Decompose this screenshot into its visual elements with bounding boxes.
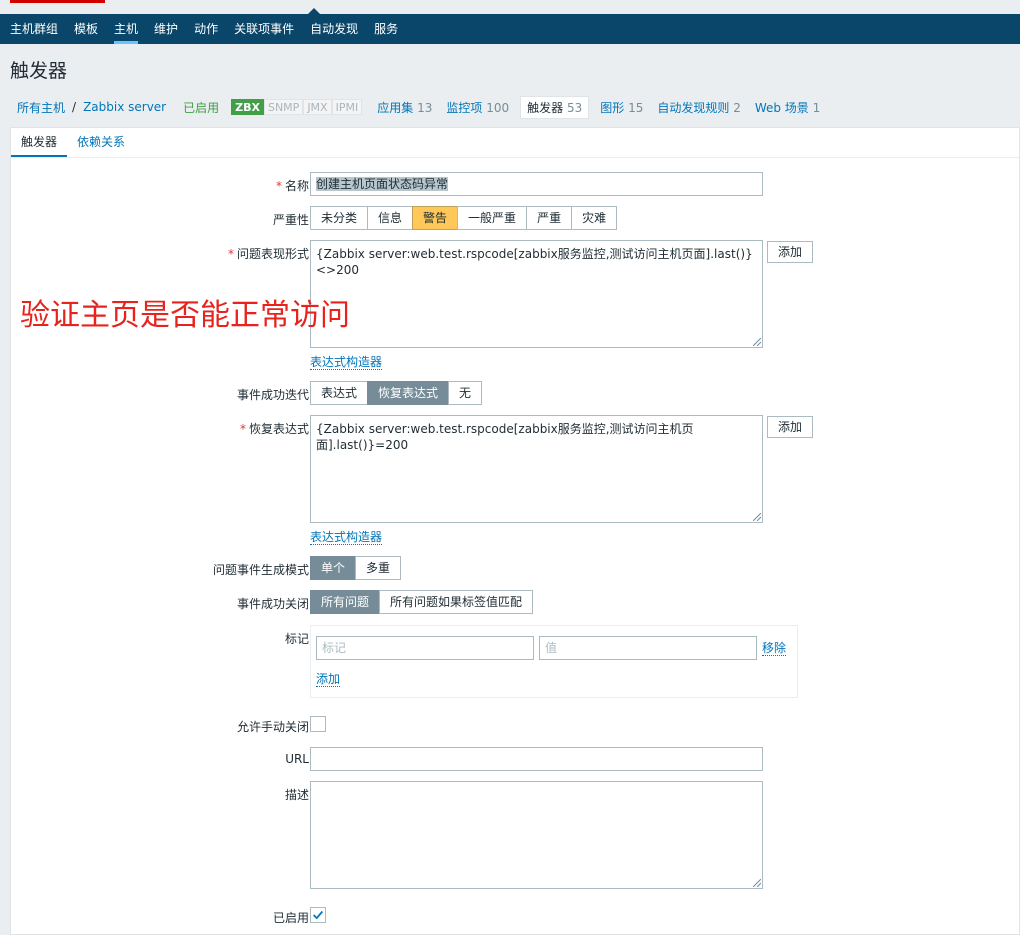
page-title: 触发器 [10, 60, 68, 82]
ok-event-recovery-expression[interactable]: 恢复表达式 [367, 381, 450, 405]
jmx-badge: JMX [303, 99, 332, 115]
tab-discovery-rules[interactable]: 自动发现规则 2 [650, 99, 747, 116]
nav-hosts[interactable]: 主机 [106, 14, 146, 44]
tags-box: 标记 值 移除 添加 [310, 625, 798, 698]
recovery-add-button[interactable]: 添加 [767, 416, 814, 438]
severity-high[interactable]: 严重 [526, 206, 573, 230]
problem-expression-label: * 问题表现形式 [227, 247, 309, 261]
nav-actions[interactable]: 动作 [186, 14, 226, 44]
nav-services[interactable]: 服务 [366, 14, 406, 44]
ok-close-selector: 所有问题 所有问题如果标签值匹配 [310, 590, 534, 614]
manual-close-label: 允许手动关闭 [236, 720, 309, 734]
severity-selector: 未分类 信息 警告 一般严重 严重 灾难 [310, 206, 618, 230]
recovery-expression-label: * 恢复表达式 [239, 422, 309, 436]
subtab-dependencies[interactable]: 依赖关系 [67, 128, 135, 157]
name-label: * 名称 [275, 179, 309, 193]
resize-grip-icon[interactable] [753, 338, 761, 346]
tags-label: 标记 [284, 632, 309, 646]
checkmark-icon [313, 910, 324, 920]
availability-badges: ZBX SNMP JMX IPMI [231, 99, 363, 115]
tag-value-input[interactable]: 值 [539, 636, 757, 660]
problem-expression-value: {Zabbix server:web.test.rspcode[zabbix服务… [316, 247, 753, 277]
subtab-trigger[interactable]: 触发器 [11, 128, 68, 157]
name-value: 创建主机页面状态码异常 [316, 177, 449, 191]
description-textarea[interactable] [310, 781, 763, 889]
tag-name-input[interactable]: 标记 [316, 636, 534, 660]
ok-event-none[interactable]: 无 [448, 381, 483, 405]
ok-close-tag-match[interactable]: 所有问题如果标签值匹配 [379, 590, 534, 614]
nav-discovery[interactable]: 自动发现 [302, 14, 366, 44]
resize-grip-icon[interactable] [753, 879, 761, 887]
breadcrumb-all-hosts[interactable]: 所有主机 [10, 99, 72, 116]
ok-close-label: 事件成功关闭 [236, 597, 309, 611]
tab-web-scenarios[interactable]: Web 场景 1 [748, 99, 827, 116]
name-input[interactable]: 创建主机页面状态码异常 [310, 172, 763, 196]
nav-templates[interactable]: 模板 [66, 14, 106, 44]
tab-items[interactable]: 监控项 100 [439, 99, 516, 116]
enabled-checkbox[interactable] [310, 907, 326, 923]
url-input[interactable] [310, 747, 763, 771]
form-panel: 触发器 依赖关系 * 名称 创建主机页面状态码异常 严重性 未分类 信息 警告 一… [10, 127, 1020, 935]
zbx-badge: ZBX [231, 99, 264, 115]
tag-add-link[interactable]: 添加 [316, 672, 341, 687]
nav-host-groups[interactable]: 主机群组 [0, 14, 66, 44]
recovery-expression-textarea[interactable]: {Zabbix server:web.test.rspcode[zabbix服务… [310, 415, 763, 523]
severity-label: 严重性 [272, 213, 309, 227]
problem-expression-textarea[interactable]: {Zabbix server:web.test.rspcode[zabbix服务… [310, 240, 763, 348]
annotation-text: 验证主页是否能正常访问 [20, 298, 350, 333]
ok-event-label: 事件成功迭代 [236, 388, 309, 402]
recovery-expression-builder-link[interactable]: 表达式构造器 [310, 530, 383, 545]
breadcrumb: 所有主机 / Zabbix server 已启用 ZBX SNMP JMX IP… [10, 95, 1020, 119]
severity-disaster[interactable]: 灾难 [571, 206, 618, 230]
ok-event-selector: 表达式 恢复表达式 无 [310, 381, 483, 405]
resize-grip-icon[interactable] [753, 513, 761, 521]
nav-maintenance[interactable]: 维护 [146, 14, 186, 44]
host-status[interactable]: 已启用 [173, 99, 231, 116]
breadcrumb-host[interactable]: Zabbix server [76, 100, 173, 114]
generation-mode-selector: 单个 多重 [310, 556, 402, 580]
ok-event-expression[interactable]: 表达式 [310, 381, 369, 405]
severity-warning[interactable]: 警告 [412, 206, 459, 230]
nav-event-correlation[interactable]: 关联项事件 [226, 14, 302, 44]
severity-not-classified[interactable]: 未分类 [310, 206, 369, 230]
snmp-badge: SNMP [263, 99, 304, 115]
recovery-expression-value: {Zabbix server:web.test.rspcode[zabbix服务… [316, 422, 694, 452]
url-label: URL [285, 752, 309, 766]
ipmi-badge: IPMI [331, 99, 363, 115]
problem-add-button[interactable]: 添加 [767, 241, 814, 263]
generation-mode-single[interactable]: 单个 [310, 556, 357, 580]
severity-information[interactable]: 信息 [367, 206, 414, 230]
tab-triggers[interactable]: 触发器 53 [520, 95, 590, 119]
generation-mode-multiple[interactable]: 多重 [355, 556, 402, 580]
severity-average[interactable]: 一般严重 [457, 206, 528, 230]
ok-close-all-problems[interactable]: 所有问题 [310, 590, 381, 614]
description-label: 描述 [284, 788, 309, 802]
tab-graphs[interactable]: 图形 15 [593, 99, 650, 116]
top-navigation: 主机群组 模板 主机 维护 动作 关联项事件 自动发现 服务 [0, 14, 1020, 44]
top-accent-line [10, 0, 105, 3]
generation-mode-label: 问题事件生成模式 [212, 563, 309, 577]
manual-close-checkbox[interactable] [310, 716, 326, 732]
tab-applications[interactable]: 应用集 13 [370, 99, 439, 116]
form-tabs: 触发器 依赖关系 [11, 128, 1019, 158]
problem-expression-builder-link[interactable]: 表达式构造器 [310, 355, 383, 370]
enabled-label: 已启用 [272, 911, 309, 925]
tag-remove-link[interactable]: 移除 [762, 641, 787, 656]
